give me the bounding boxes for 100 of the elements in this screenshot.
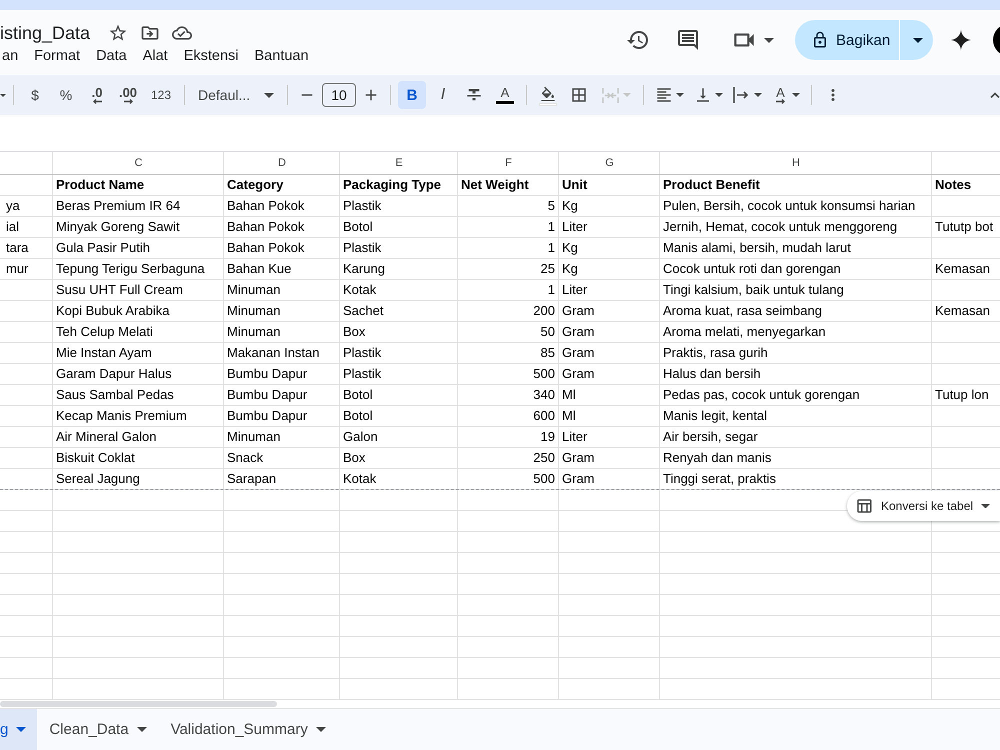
table-cell-text: Halus dan bersih (662, 365, 762, 383)
table-cell-text: 19 (540, 428, 556, 446)
table-cell-text: Kemasan (934, 260, 991, 278)
table-cell-text: Ml (561, 386, 577, 404)
sparkle-icon[interactable] (950, 29, 972, 51)
paint-bucket-icon[interactable] (540, 84, 556, 100)
color-swatch-icon (496, 101, 514, 104)
table-cell-text: mur (5, 260, 30, 278)
table-cell-text: Gram (561, 470, 596, 488)
column-header[interactable]: G (559, 152, 660, 174)
table-cell-text: Kg (561, 197, 579, 215)
bar-arrow-icon[interactable] (732, 87, 748, 103)
table-cell-text: Gram (561, 344, 596, 362)
table-cell-text: 340 (532, 386, 556, 404)
caret-icon (754, 93, 762, 97)
table-cell-text: Saus Sambal Pedas (55, 386, 175, 404)
menu-item[interactable]: Data (96, 48, 127, 64)
table-cell-text: Susu UHT Full Cream (55, 281, 184, 299)
table-header-cell-text: Product Benefit (662, 176, 761, 194)
table-cell-text: 500 (532, 470, 556, 488)
currency-format-button[interactable]: $ (21, 81, 49, 109)
table-cell-text: Pedas pas, cocok untuk gorengan (662, 386, 861, 404)
table-cell-text: 1 (546, 239, 556, 257)
avatar-icon[interactable] (993, 24, 1000, 56)
menu-item[interactable]: Format (34, 48, 80, 64)
table-cell-text: Plastik (342, 239, 382, 257)
table-header-cell-text: Category (226, 176, 284, 194)
column-header[interactable]: D (224, 152, 340, 174)
document-title[interactable]: isting_Data (0, 22, 90, 44)
chevron-up-icon[interactable] (990, 92, 1000, 98)
table-cell-text: Kotak (342, 281, 378, 299)
caret-icon (16, 727, 26, 732)
table-cell-text: Tutup lon (934, 386, 990, 404)
table-cell-text: Minuman (226, 323, 282, 341)
menu-item[interactable]: Alat (142, 48, 168, 64)
table-cell-text: Kemasan (934, 302, 991, 320)
table-cell-text: Ml (561, 407, 577, 425)
star-icon[interactable] (108, 23, 128, 43)
table-cell-text: Renyah dan manis (662, 449, 772, 467)
grid-icon[interactable] (570, 86, 588, 104)
table-cell-text: Gram (561, 365, 596, 383)
table-cell-text: Gula Pasir Putih (55, 239, 151, 257)
menu-item[interactable]: Ekstensi (184, 48, 239, 64)
color-swatch-icon (539, 102, 557, 106)
column-header[interactable]: C (53, 152, 224, 174)
caret-icon[interactable] (0, 94, 6, 96)
table-cell-text: Liter (561, 281, 588, 299)
bold-button[interactable]: B (398, 81, 426, 109)
table-header-cell-text: Notes (934, 176, 972, 194)
caret-icon (676, 93, 684, 97)
table-cell-text: Bumbu Dapur (226, 386, 308, 404)
text-rotation-button[interactable]: A (772, 81, 788, 109)
decrease-decimal-button[interactable]: .0 (83, 81, 111, 109)
table-cell-text: Manis legit, kental (662, 407, 768, 425)
table-cell-text: Minuman (226, 428, 282, 446)
table-cell-text: Makanan Instan (226, 344, 321, 362)
italic-button[interactable]: I (429, 81, 457, 109)
table-cell-text: Botol (342, 407, 374, 425)
comment-icon[interactable] (676, 28, 700, 52)
table-cell-text: 600 (532, 407, 556, 425)
font-dropdown[interactable]: Defaul... (192, 81, 280, 109)
table-cell-text: Box (342, 323, 366, 341)
table-cell-text: Plastik (342, 365, 382, 383)
menu-item[interactable]: an (2, 48, 18, 64)
sheet-tab[interactable]: g (0, 709, 38, 750)
text-color-button[interactable]: A (491, 81, 519, 109)
table-icon (855, 497, 873, 515)
table-cell-text: Botol (342, 386, 374, 404)
table-cell-text: 85 (540, 344, 556, 362)
font-size-field[interactable]: 10 (322, 83, 356, 107)
table-cell-text: Air Mineral Galon (55, 428, 158, 446)
percent-format-button[interactable]: % (52, 81, 80, 109)
caret-icon[interactable] (764, 38, 774, 42)
menu-item[interactable]: Bantuan (254, 48, 309, 64)
sheet-tab[interactable]: Validation_Summary (158, 709, 338, 750)
table-cell-text: Minyak Goreng Sawit (55, 218, 181, 236)
share-options-button[interactable] (900, 20, 933, 60)
column-header[interactable]: H (660, 152, 932, 174)
history-icon[interactable] (626, 28, 650, 52)
arrow-left-icon (92, 99, 102, 104)
table-cell-text: 500 (532, 365, 556, 383)
convert-to-table-button[interactable]: Konversi ke tabel (847, 491, 1000, 521)
table-cell-text: Tingi kalsium, baik untuk tulang (662, 281, 845, 299)
table-cell-text: Praktis, rasa gurih (662, 344, 769, 362)
table-cell-text: Box (342, 449, 366, 467)
table-header-cell-text: Unit (561, 176, 588, 194)
share-button[interactable]: Bagikan (795, 20, 899, 60)
horizontal-scrollbar[interactable] (0, 701, 277, 707)
arrow-right-icon (124, 99, 132, 104)
number-format-button[interactable]: 123 (145, 81, 177, 109)
table-cell-text: 5 (546, 197, 556, 215)
caret-icon (981, 504, 990, 508)
column-header[interactable]: E (340, 152, 458, 174)
column-header[interactable]: F (458, 152, 559, 174)
table-cell-text: Bumbu Dapur (226, 407, 308, 425)
increase-decimal-button[interactable]: .00 (114, 81, 142, 109)
align-left-icon[interactable] (654, 86, 672, 104)
sheet-tab[interactable]: Clean_Data (37, 709, 159, 750)
caret-icon (714, 93, 722, 97)
table-cell-text: Teh Celup Melati (55, 323, 154, 341)
